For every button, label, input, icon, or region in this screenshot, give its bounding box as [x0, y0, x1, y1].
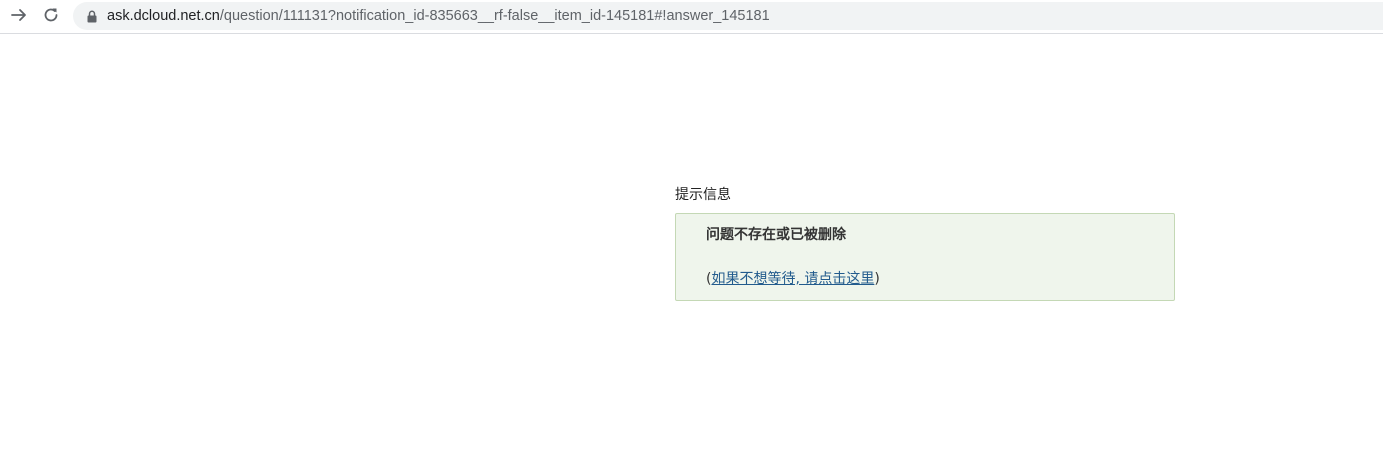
paren-close: ): [874, 271, 880, 287]
notice-message: 问题不存在或已被删除: [706, 227, 846, 243]
url-host: ask.dcloud.net.cn: [107, 8, 220, 24]
url-path: /question/111131?notification_id-835663_…: [219, 8, 770, 24]
notice-title: 提示信息: [675, 187, 731, 203]
notice-box: 问题不存在或已被删除 (如果不想等待, 请点击这里): [675, 213, 1175, 301]
lock-icon: [86, 9, 98, 23]
address-bar[interactable]: ask.dcloud.net.cn/question/111131?notifi…: [73, 2, 1383, 30]
notice-link-line: (如果不想等待, 请点击这里): [706, 270, 880, 288]
skip-wait-link[interactable]: 如果不想等待, 请点击这里: [711, 271, 874, 287]
url-text: ask.dcloud.net.cn/question/111131?notifi…: [107, 8, 770, 24]
reload-button[interactable]: [38, 4, 64, 30]
arrow-forward-icon: [10, 6, 28, 28]
forward-button[interactable]: [6, 4, 32, 30]
reload-icon: [42, 6, 60, 28]
browser-toolbar: ask.dcloud.net.cn/question/111131?notifi…: [0, 0, 1383, 34]
